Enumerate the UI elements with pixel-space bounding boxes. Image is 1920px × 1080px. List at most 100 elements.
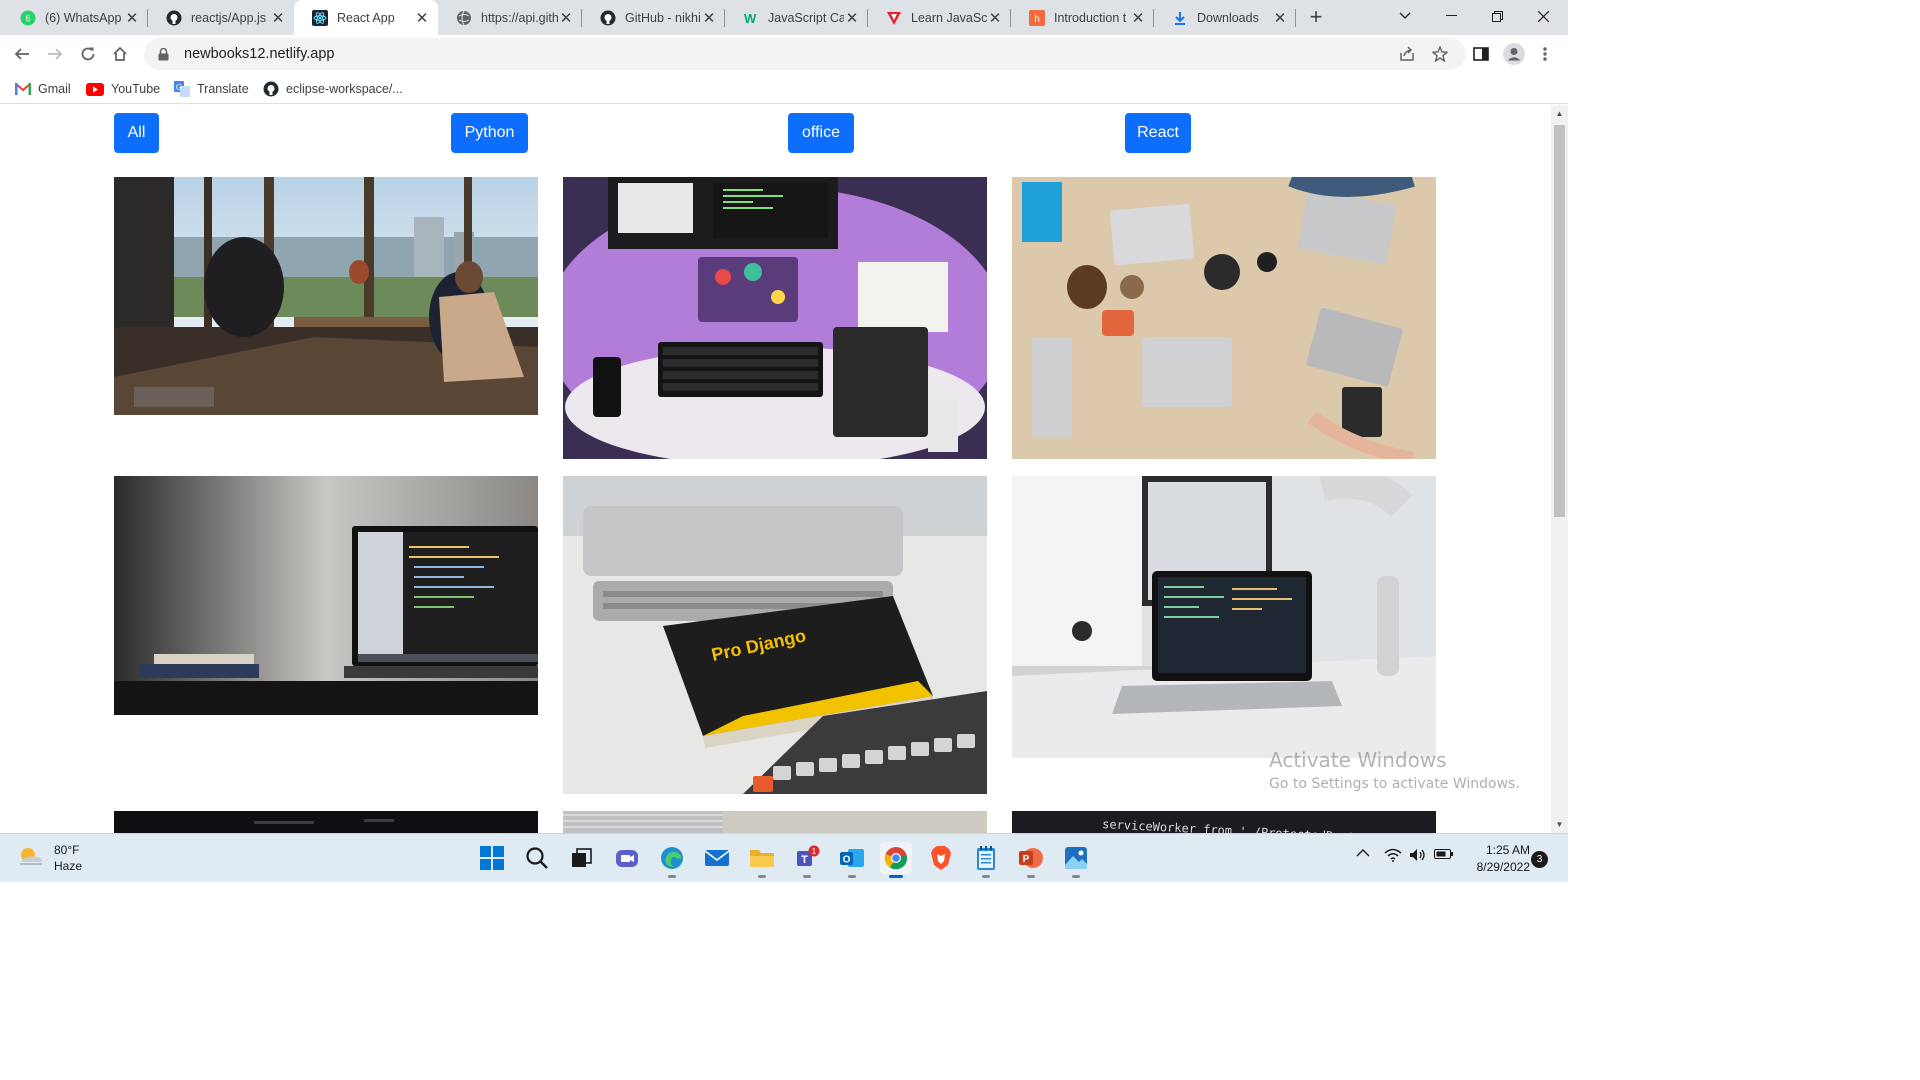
close-tab-icon[interactable]: ✕ (558, 10, 574, 27)
close-tab-icon[interactable]: ✕ (844, 10, 860, 27)
svg-text:6: 6 (25, 13, 30, 23)
bookmarks-bar: Gmail YouTube G Translate eclipse-worksp… (0, 73, 1568, 104)
photo-blinds (563, 811, 987, 833)
tab-react-app[interactable]: React App ✕ (294, 0, 438, 35)
gallery-image-office-window[interactable] (114, 177, 538, 415)
bookmark-youtube[interactable]: YouTube (86, 78, 160, 100)
react-icon (312, 9, 328, 26)
battery-icon[interactable] (1434, 848, 1454, 860)
vivaldi-icon (886, 10, 902, 26)
close-tab-icon[interactable]: ✕ (270, 10, 286, 27)
task-view-icon[interactable] (566, 842, 598, 874)
mail-icon[interactable] (701, 842, 733, 874)
gallery-image-dark-screen[interactable] (114, 811, 538, 833)
weather-haze-icon (18, 845, 44, 872)
tab-whatsapp[interactable]: 6 (6) WhatsApp ✕ (2, 0, 148, 35)
gallery-image-blinds[interactable] (563, 811, 987, 833)
outlook-icon[interactable]: O (836, 842, 868, 878)
gallery-image-laptop-dark[interactable] (114, 476, 538, 715)
lock-icon[interactable] (158, 47, 172, 61)
photo-purple-desk (563, 177, 987, 459)
filter-react-button[interactable]: React (1125, 113, 1191, 153)
download-icon (1172, 10, 1188, 26)
close-tab-icon[interactable]: ✕ (701, 10, 717, 27)
svg-text:G: G (176, 83, 182, 92)
close-tab-icon[interactable]: ✕ (414, 10, 430, 27)
tab-learn-javascript[interactable]: Learn JavaScrip ✕ (868, 0, 1011, 35)
clock-date: 8/29/2022 (1476, 860, 1530, 874)
teams-icon[interactable]: T1 (791, 842, 823, 878)
filter-python-button[interactable]: Python (451, 113, 528, 153)
weather-description: Haze (54, 859, 83, 873)
show-hidden-icons-chevron-icon[interactable] (1356, 848, 1370, 858)
url-text[interactable]: newbooks12.netlify.app (184, 46, 334, 62)
tab-title: reactjs/App.js (191, 10, 267, 25)
photo-laptop-white (1012, 476, 1436, 758)
w3-icon: W (743, 10, 759, 26)
start-button[interactable] (476, 842, 508, 874)
home-button[interactable] (105, 39, 135, 69)
brave-icon[interactable] (925, 842, 957, 874)
bookmark-gmail[interactable]: Gmail (15, 78, 71, 100)
bookmark-star-icon[interactable] (1425, 39, 1455, 69)
hashnode-icon: h (1029, 9, 1045, 26)
gallery-image-laptop-white[interactable] (1012, 476, 1436, 758)
edge-icon[interactable] (656, 842, 688, 878)
taskbar-search-icon[interactable] (521, 842, 553, 874)
svg-text:O: O (843, 855, 851, 866)
close-tab-icon[interactable]: ✕ (1272, 10, 1288, 27)
tab-search-icon[interactable] (1382, 0, 1428, 32)
tab-title: GitHub - nikhi (625, 10, 701, 25)
tab-introduction[interactable]: h Introduction t ✕ (1011, 0, 1154, 35)
bookmark-translate[interactable]: G Translate (174, 78, 249, 100)
file-explorer-icon[interactable] (746, 842, 778, 878)
volume-icon[interactable] (1409, 848, 1427, 862)
forward-button[interactable] (40, 39, 70, 69)
minimize-button[interactable] (1428, 0, 1474, 32)
tab-api-github[interactable]: https://api.gith ✕ (438, 0, 582, 35)
back-button[interactable] (7, 39, 37, 69)
new-tab-button[interactable]: + (1303, 4, 1329, 30)
wifi-icon[interactable] (1384, 848, 1402, 862)
photos-icon[interactable] (1060, 842, 1092, 878)
gallery-image-purple-desk[interactable] (563, 177, 987, 459)
share-icon[interactable] (1392, 39, 1422, 69)
page-scrollbar[interactable]: ▲ ▼ (1551, 105, 1568, 833)
chrome-icon[interactable] (880, 842, 912, 878)
scroll-down-arrow-icon[interactable]: ▼ (1551, 816, 1568, 833)
close-tab-icon[interactable]: ✕ (124, 10, 140, 27)
scroll-up-arrow-icon[interactable]: ▲ (1551, 105, 1568, 122)
bookmark-eclipse-workspace[interactable]: eclipse-workspace/... (263, 78, 403, 100)
weather-widget[interactable]: 80°F Haze (18, 842, 82, 874)
tab-github-nikhil[interactable]: GitHub - nikhi ✕ (582, 0, 725, 35)
activate-windows-title: Activate Windows (1269, 748, 1447, 772)
tab-javascript-call[interactable]: W JavaScript Call ✕ (725, 0, 868, 35)
weather-temperature: 80°F (54, 843, 80, 857)
filter-office-button[interactable]: office (788, 113, 854, 153)
gallery-image-django-book[interactable]: Pro Django (563, 476, 987, 794)
notepad-icon[interactable] (970, 842, 1002, 878)
taskbar-clock[interactable]: 1:25 AM 8/29/2022 (1460, 842, 1530, 876)
photo-code: serviceWorker from './ProtectedRoute (1012, 811, 1436, 833)
powerpoint-icon[interactable]: P (1015, 842, 1047, 878)
menu-kebab-icon[interactable] (1530, 39, 1560, 69)
side-panel-icon[interactable] (1466, 39, 1496, 69)
notification-badge[interactable]: 3 (1531, 851, 1548, 868)
filter-all-button[interactable]: All (114, 113, 159, 153)
teams-chat-icon[interactable] (611, 842, 643, 874)
close-tab-icon[interactable]: ✕ (1130, 10, 1146, 27)
scrollbar-thumb[interactable] (1554, 125, 1565, 517)
address-bar[interactable]: newbooks12.netlify.app (144, 38, 1466, 70)
tab-title: Introduction t (1054, 10, 1127, 25)
tab-reactjs-app[interactable]: reactjs/App.js ✕ (148, 0, 294, 35)
gallery-image-team-table[interactable] (1012, 177, 1436, 459)
profile-avatar[interactable] (1499, 39, 1529, 69)
gallery-image-code[interactable]: serviceWorker from './ProtectedRoute (1012, 811, 1436, 833)
reload-button[interactable] (73, 39, 103, 69)
close-tab-icon[interactable]: ✕ (987, 10, 1003, 27)
tab-title: JavaScript Call (768, 10, 844, 25)
tab-downloads[interactable]: Downloads ✕ (1154, 0, 1296, 35)
close-window-button[interactable] (1520, 0, 1566, 32)
photo-office-window (114, 177, 538, 415)
restore-button[interactable] (1474, 0, 1520, 32)
